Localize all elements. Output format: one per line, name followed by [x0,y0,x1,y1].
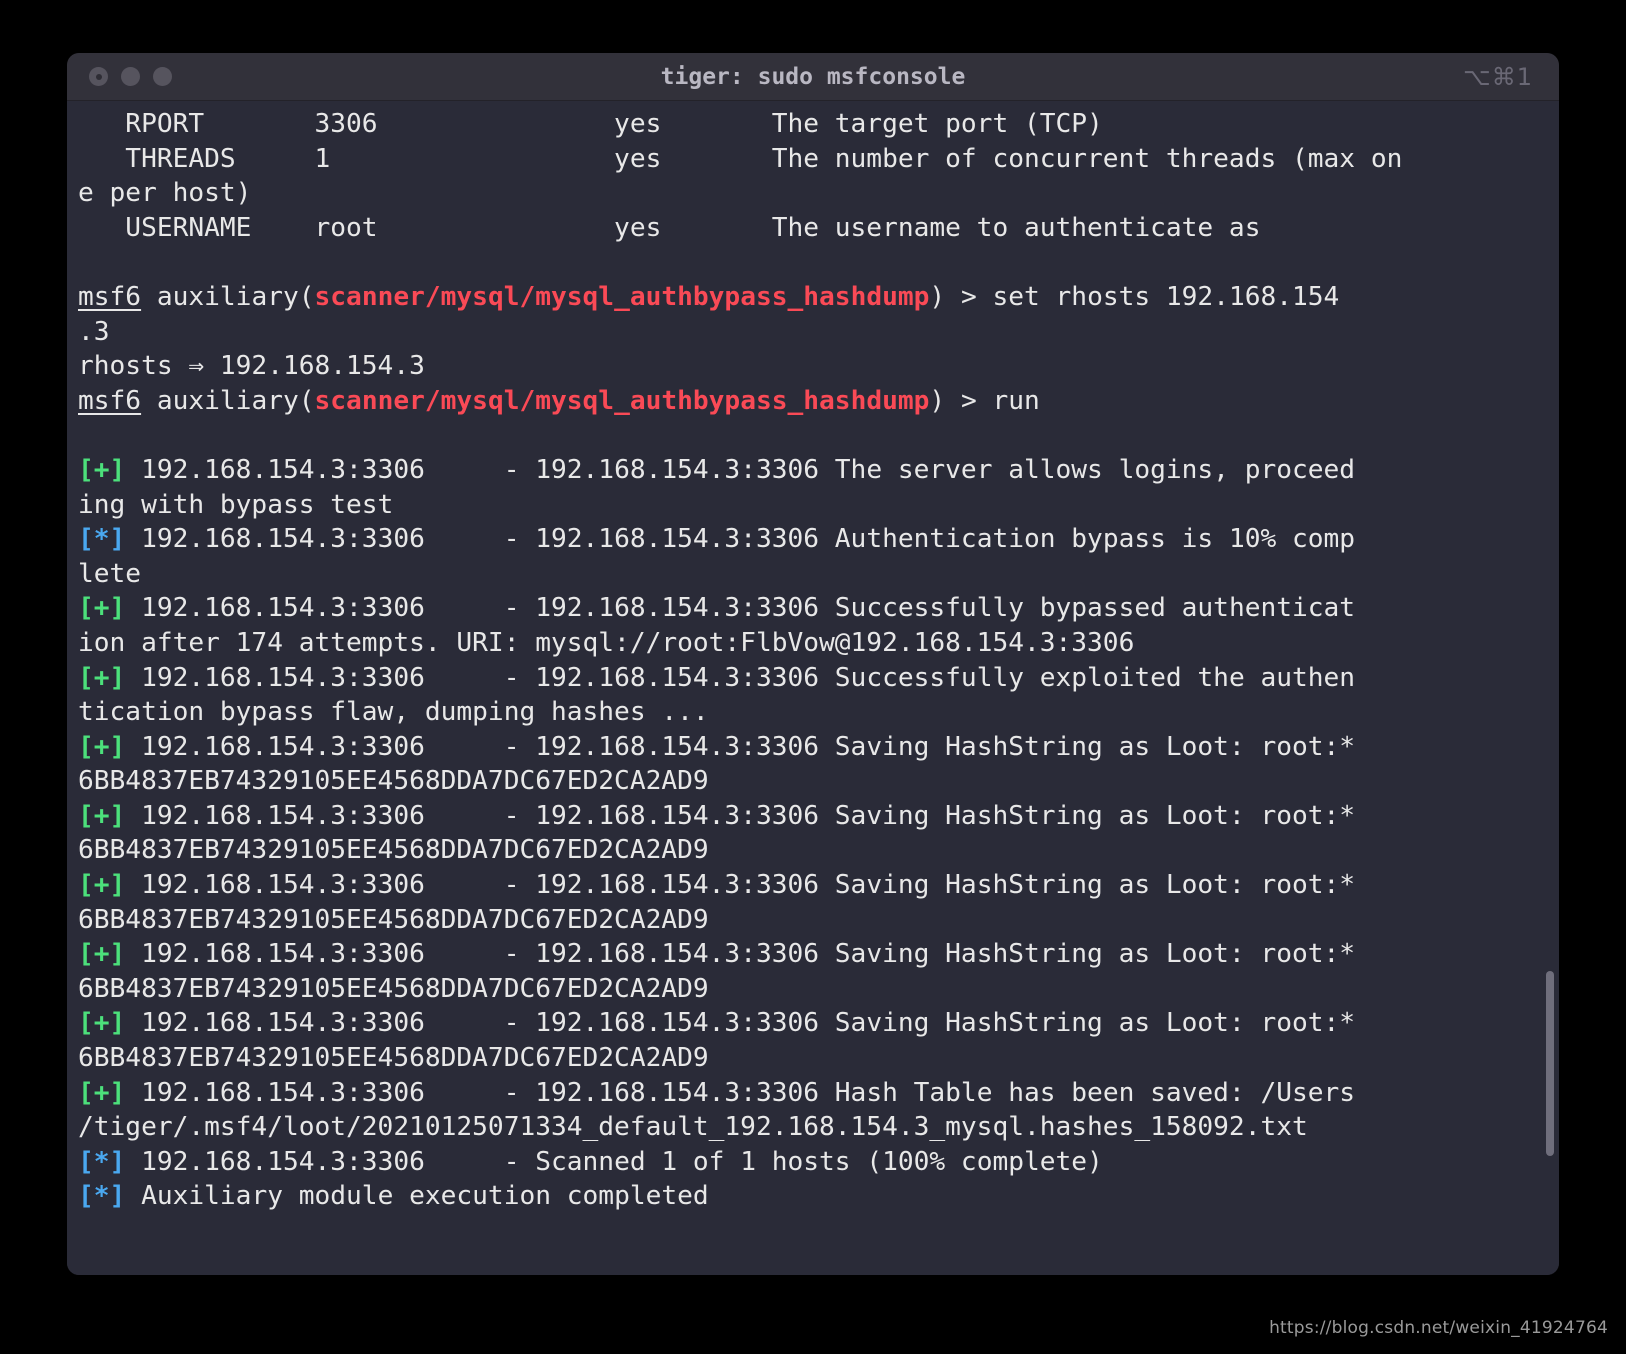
terminal-status-line: [+] 192.168.154.3:3306 - 192.168.154.3:3… [78,661,1545,696]
terminal-line: ing with bypass test [78,489,394,520]
terminal-line: rhosts ⇒ 192.168.154.3 [78,351,425,382]
status-marker-info: [*] [78,1146,126,1177]
terminal-line: tication bypass flaw, dumping hashes ... [78,697,709,728]
terminal-status-line: [*] Auxiliary module execution completed [78,1179,1545,1214]
terminal-line: ion after 174 attempts. URI: mysql://roo… [78,627,1135,658]
status-marker-success: [+] [78,939,126,970]
status-marker-success: [+] [78,1008,126,1039]
terminal-status-line: [+] 192.168.154.3:3306 - 192.168.154.3:3… [78,1076,1545,1111]
prompt-module-path: scanner/mysql/mysql_authbypass_hashdump [314,385,930,416]
window-title: tiger: sudo msfconsole [660,63,966,90]
terminal-status-line: [+] 192.168.154.3:3306 - 192.168.154.3:3… [78,453,1545,488]
terminal-status-line: [+] 192.168.154.3:3306 - 192.168.154.3:3… [78,799,1545,834]
scrollbar-thumb[interactable] [1546,971,1554,1156]
terminal-prompt-line: msf6 auxiliary(scanner/mysql/mysql_authb… [78,384,1545,419]
status-text: 192.168.154.3:3306 - 192.168.154.3:3306 … [125,593,1356,624]
terminal-output: RPORT 3306 yes The target port (TCP) THR… [67,107,1559,1214]
status-text: 192.168.154.3:3306 - 192.168.154.3:3306 … [125,454,1356,485]
status-text: 192.168.154.3:3306 - 192.168.154.3:3306 … [125,524,1356,555]
terminal-line: RPORT 3306 yes The target port (TCP) [78,109,1103,139]
terminal-line: USERNAME root yes The username to authen… [78,212,1261,243]
terminal-line: lete [78,558,142,589]
prompt-command: ) > run [929,385,1040,416]
prompt-label: msf6 [78,281,142,312]
terminal-line: 6BB4837EB74329105EE4568DDA7DC67ED2CA2AD9 [78,904,709,935]
prompt-module-open: auxiliary( [141,281,315,312]
status-marker-success: [+] [78,1077,126,1108]
keyboard-shortcut-indicator: ⌥⌘1 [1463,62,1533,91]
status-text: 192.168.154.3:3306 - 192.168.154.3:3306 … [125,800,1356,831]
status-text: 192.168.154.3:3306 - 192.168.154.3:3306 … [125,731,1356,762]
zoom-button[interactable] [153,67,172,86]
status-text: 192.168.154.3:3306 - 192.168.154.3:3306 … [125,870,1356,901]
terminal-line: 6BB4837EB74329105EE4568DDA7DC67ED2CA2AD9 [78,766,709,797]
minimize-button[interactable] [121,67,140,86]
status-marker-success: [+] [78,662,126,693]
status-marker-info: [*] [78,1181,126,1212]
status-marker-success: [+] [78,593,126,624]
prompt-module-open: auxiliary( [141,385,315,416]
prompt-label: msf6 [78,385,142,416]
close-icon [95,73,102,80]
scrollbar-track[interactable] [1545,101,1555,1275]
terminal-line: .3 [78,316,110,347]
terminal-line: /tiger/.msf4/loot/20210125071334_default… [78,1112,1308,1143]
terminal-status-line: [+] 192.168.154.3:3306 - 192.168.154.3:3… [78,591,1545,626]
terminal-status-line: [*] 192.168.154.3:3306 - 192.168.154.3:3… [78,522,1545,557]
status-marker-success: [+] [78,454,126,485]
prompt-module-path: scanner/mysql/mysql_authbypass_hashdump [314,281,930,312]
status-text: 192.168.154.3:3306 - 192.168.154.3:3306 … [125,939,1356,970]
title-bar[interactable]: tiger: sudo msfconsole ⌥⌘1 [67,53,1559,101]
status-marker-success: [+] [78,731,126,762]
terminal-status-line: [*] 192.168.154.3:3306 - Scanned 1 of 1 … [78,1145,1545,1180]
window-controls[interactable] [67,67,172,86]
watermark: https://blog.csdn.net/weixin_41924764 [1269,1318,1608,1338]
status-text: 192.168.154.3:3306 - 192.168.154.3:3306 … [125,1008,1356,1039]
status-marker-success: [+] [78,870,126,901]
status-text: 192.168.154.3:3306 - 192.168.154.3:3306 … [125,662,1356,693]
status-text: 192.168.154.3:3306 - Scanned 1 of 1 host… [125,1146,1103,1177]
close-button[interactable] [89,67,108,86]
terminal-line: 6BB4837EB74329105EE4568DDA7DC67ED2CA2AD9 [78,1043,709,1074]
terminal-line: e per host) [78,178,252,209]
terminal-body[interactable]: RPORT 3306 yes The target port (TCP) THR… [67,101,1559,1275]
terminal-status-line: [+] 192.168.154.3:3306 - 192.168.154.3:3… [78,1006,1545,1041]
terminal-status-line: [+] 192.168.154.3:3306 - 192.168.154.3:3… [78,868,1545,903]
terminal-status-line: [+] 192.168.154.3:3306 - 192.168.154.3:3… [78,937,1545,972]
terminal-window[interactable]: tiger: sudo msfconsole ⌥⌘1 RPORT 3306 ye… [67,53,1559,1275]
status-text: Auxiliary module execution completed [125,1181,709,1212]
status-marker-info: [*] [78,524,126,555]
status-marker-success: [+] [78,800,126,831]
terminal-line: 6BB4837EB74329105EE4568DDA7DC67ED2CA2AD9 [78,973,709,1004]
terminal-prompt-line: msf6 auxiliary(scanner/mysql/mysql_authb… [78,280,1545,315]
terminal-status-line: [+] 192.168.154.3:3306 - 192.168.154.3:3… [78,730,1545,765]
status-text: 192.168.154.3:3306 - 192.168.154.3:3306 … [125,1077,1356,1108]
terminal-line: 6BB4837EB74329105EE4568DDA7DC67ED2CA2AD9 [78,835,709,866]
prompt-command: ) > set rhosts 192.168.154 [929,281,1340,312]
terminal-line: THREADS 1 yes The number of concurrent t… [78,143,1403,174]
